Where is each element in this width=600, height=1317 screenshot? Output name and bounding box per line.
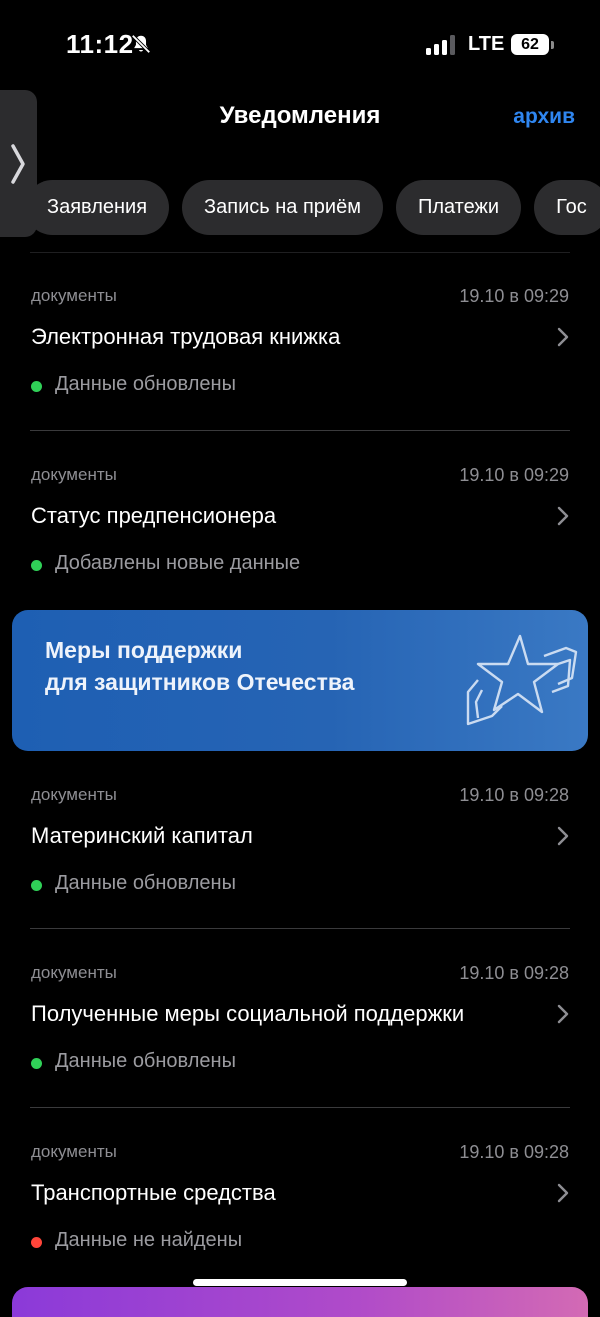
divider bbox=[30, 1107, 570, 1108]
notification-title: Материнский капитал bbox=[31, 823, 253, 848]
chevron-right-icon bbox=[557, 1004, 569, 1024]
notification-time: 19.10 в 09:28 bbox=[459, 785, 569, 805]
home-indicator[interactable] bbox=[193, 1279, 407, 1286]
chevron-right-icon bbox=[11, 144, 25, 184]
notification-status: Добавлены новые данные bbox=[55, 552, 301, 574]
battery-cap bbox=[551, 41, 554, 49]
notification-title: Транспортные средства bbox=[31, 1180, 276, 1205]
archive-link[interactable]: архив bbox=[513, 105, 575, 129]
status-bar: 11:12 LTE 62 bbox=[0, 0, 600, 90]
network-type: LTE bbox=[468, 33, 505, 55]
page-title: Уведомления bbox=[219, 102, 381, 129]
divider bbox=[30, 928, 570, 929]
cellular-signal-icon bbox=[426, 35, 455, 55]
filter-chip-gos[interactable]: Гос bbox=[534, 180, 600, 235]
banner-title-line-1: Меры поддержки bbox=[45, 637, 243, 663]
notification-category: документы bbox=[31, 465, 117, 484]
notification-time: 19.10 в 09:29 bbox=[459, 465, 569, 485]
notification-item[interactable]: документы 19.10 в 09:29 Электронная труд… bbox=[31, 286, 571, 436]
notification-status: Данные не найдены bbox=[55, 1229, 243, 1251]
notification-category: документы bbox=[31, 785, 117, 804]
status-dot bbox=[31, 880, 42, 891]
chevron-right-icon bbox=[557, 506, 569, 526]
side-panel-toggle[interactable] bbox=[0, 90, 37, 237]
battery-icon: 62 bbox=[511, 34, 549, 55]
notification-title: Статус предпенсионера bbox=[31, 503, 277, 528]
notification-time: 19.10 в 09:29 bbox=[459, 286, 569, 306]
filter-chip-payments[interactable]: Платежи bbox=[395, 180, 522, 235]
promo-banner[interactable]: Меры поддержки для защитников Отечества bbox=[12, 610, 588, 751]
notification-status: Данные обновлены bbox=[55, 872, 236, 894]
notification-item[interactable]: документы 19.10 в 09:28 Материнский капи… bbox=[31, 785, 571, 935]
status-time: 11:12 bbox=[66, 29, 134, 59]
status-dot bbox=[31, 1237, 42, 1248]
divider bbox=[30, 430, 570, 431]
star-icon bbox=[466, 634, 578, 726]
notification-item[interactable]: документы 19.10 в 09:29 Статус предпенси… bbox=[31, 465, 571, 615]
notification-time: 19.10 в 09:28 bbox=[459, 963, 569, 983]
divider bbox=[30, 252, 570, 253]
notification-status: Данные обновлены bbox=[55, 373, 236, 395]
battery-level: 62 bbox=[521, 36, 539, 53]
notification-time: 19.10 в 09:28 bbox=[459, 1142, 569, 1162]
notification-item[interactable]: документы 19.10 в 09:28 Транспортные сре… bbox=[31, 1142, 571, 1292]
filter-chip-applications[interactable]: Заявления bbox=[25, 180, 170, 235]
banner-title-line-2: для защитников Отечества bbox=[45, 669, 355, 695]
notification-category: документы bbox=[31, 286, 117, 305]
notification-title: Полученные меры социальной поддержки bbox=[31, 1001, 465, 1026]
status-dot bbox=[31, 1058, 42, 1069]
chevron-right-icon bbox=[557, 826, 569, 846]
chevron-right-icon bbox=[557, 1183, 569, 1203]
notification-category: документы bbox=[31, 963, 117, 982]
bell-slash-icon bbox=[131, 34, 151, 54]
filter-chip-appointment[interactable]: Запись на приём bbox=[182, 180, 383, 235]
filter-chips: Заявления Запись на приём Платежи Гос bbox=[25, 180, 600, 235]
chevron-right-icon bbox=[557, 327, 569, 347]
notification-item[interactable]: документы 19.10 в 09:28 Полученные меры … bbox=[31, 963, 571, 1113]
notification-category: документы bbox=[31, 1142, 117, 1161]
bottom-action-bar[interactable] bbox=[12, 1287, 588, 1317]
notification-status: Данные обновлены bbox=[55, 1050, 236, 1072]
status-dot bbox=[31, 560, 42, 571]
status-dot bbox=[31, 381, 42, 392]
notification-title: Электронная трудовая книжка bbox=[31, 324, 341, 349]
